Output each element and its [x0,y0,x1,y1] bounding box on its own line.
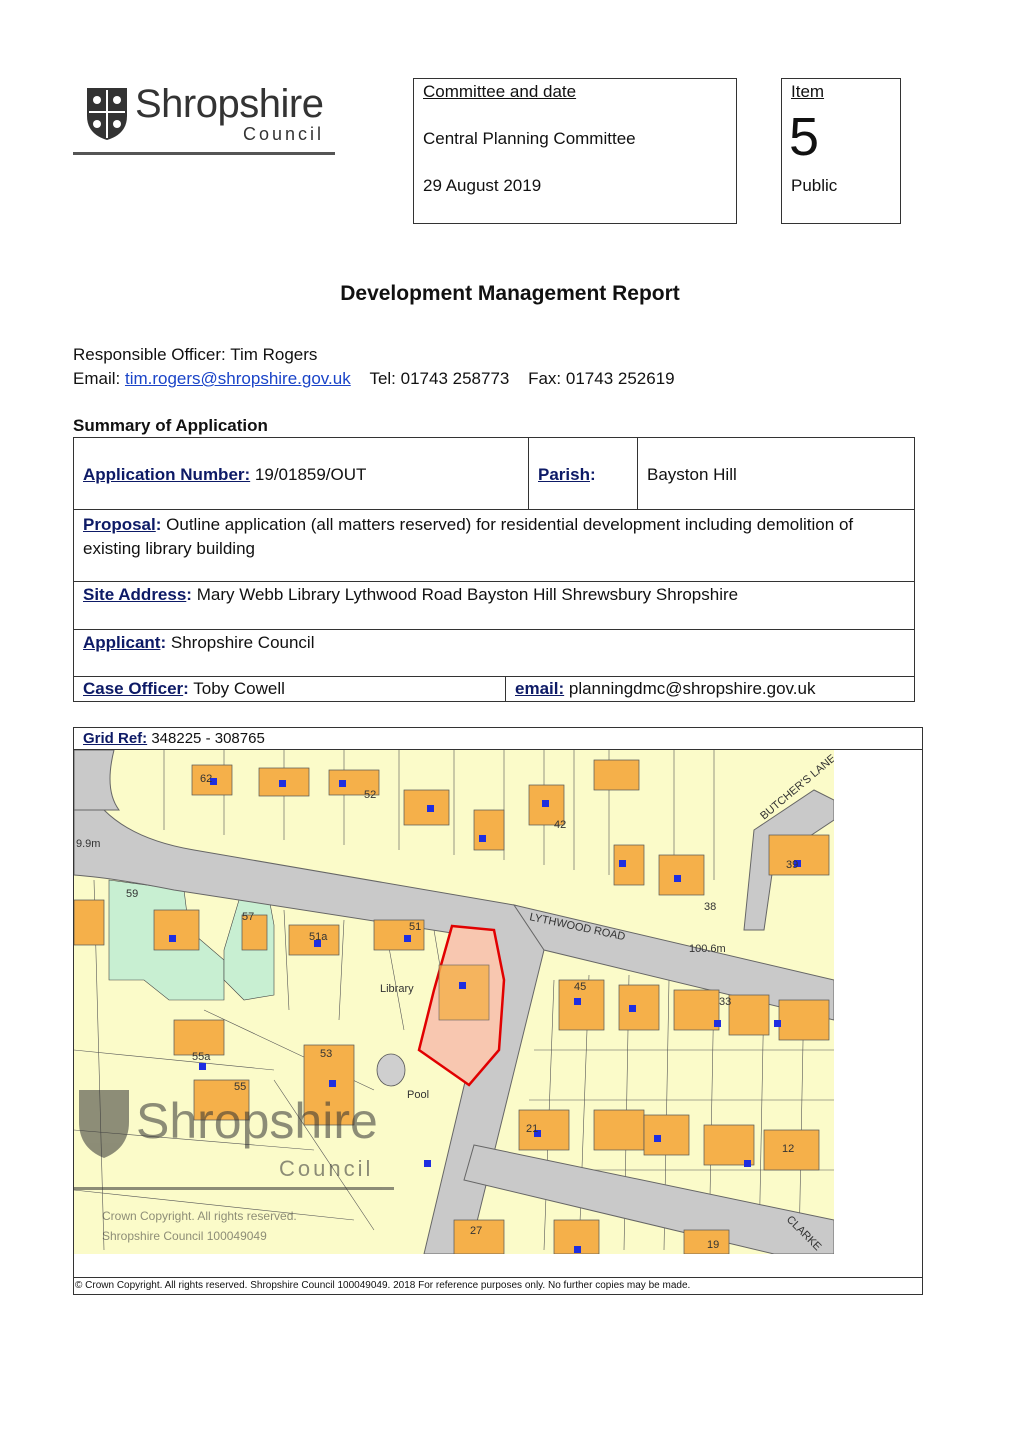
application-number: 19/01859/OUT [254,465,367,484]
map-label-library: Library [380,983,414,995]
case-officer-cell: Case Officer: Toby Cowell [74,677,506,701]
site-address-cell: Site Address: Mary Webb Library Lythwood… [73,581,915,630]
summary-heading: Summary of Application [73,416,268,435]
map-label-number: 51a [309,931,328,943]
map-label-number: 45 [574,981,586,993]
map-label-number: 51 [409,921,421,933]
item-header: Item [791,82,825,101]
grid-ref-value: 348225 - 308765 [151,730,265,747]
map-label-number: 12 [782,1143,794,1155]
map-label-number: 38 [704,901,716,913]
parish-label-cell: Parish: [528,437,638,510]
map-label-number: 27 [470,1225,482,1237]
location-map[interactable]: LYTHWOOD ROAD 100.6m 9.9m Library Pool B… [74,750,834,1254]
watermark-name: Shropshire [136,1093,378,1149]
applicant-label: Applicant [83,633,161,652]
case-email-cell: email: planningdmc@shropshire.gov.uk [506,677,815,701]
table-row: Case Officer: Toby Cowell email: plannin… [73,676,915,702]
shield-icon [87,88,127,140]
parish-cell: Bayston Hill [637,437,915,510]
application-number-cell: Application Number: 19/01859/OUT [73,437,529,510]
table-row: Proposal: Outline application (all matte… [73,509,915,582]
grid-ref: Grid Ref: 348225 - 308765 [83,730,265,747]
watermark-council: Council [279,1156,373,1181]
case-officer-row: Case Officer: Toby Cowell email: plannin… [73,676,915,702]
map-copyright: Shropshire Council 100049049 [102,1229,267,1243]
grid-ref-label: Grid Ref: [83,730,148,747]
case-email-value: planningdmc@shropshire.gov.uk [568,679,816,698]
map-label-number: 39 [786,859,798,871]
case-officer-label: Case Officer [83,679,184,698]
council-logo: Shropshire Council [73,78,335,155]
proposal-label: Proposal [83,515,156,534]
parish-label: Parish [538,465,590,484]
map-label-number: 52 [364,789,376,801]
map-label-number: 53 [320,1048,332,1060]
pool-shape [376,1053,406,1087]
applicant-value: Shropshire Council [170,633,315,652]
map-footer: © Crown Copyright. All rights reserved. … [74,1277,923,1291]
map-label-number: 55a [192,1051,211,1063]
summary-table: Application Number: 19/01859/OUT Parish:… [73,437,915,702]
map-label-number: 59 [126,888,138,900]
parish-value: Bayston Hill [647,465,737,484]
map-label-number: 33 [719,996,731,1008]
map-label-number: 19 [707,1239,719,1251]
item-number: 5 [789,107,820,167]
case-officer-value: Toby Cowell [193,679,285,698]
map-label-height: 9.9m [76,838,100,850]
proposal-text: Outline application (all matters reserve… [83,515,854,558]
map-label-number: 42 [554,819,566,831]
location-map-frame: Grid Ref: 348225 - 308765 LYTHWOOD ROAD … [73,727,923,1295]
site-address: Mary Webb Library Lythwood Road Bayston … [196,585,739,604]
committee-name: Central Planning Committee [423,129,636,148]
officer-email-link[interactable]: tim.rogers@shropshire.gov.uk [125,369,351,388]
case-email-label: email: [515,679,565,698]
committee-box: Committee and date Central Planning Comm… [413,78,737,224]
map-label-number: 57 [242,911,254,923]
site-address-label: Site Address [83,585,187,604]
committee-header: Committee and date [423,82,577,101]
item-status: Public [791,176,838,195]
officer-fax: Fax: 01743 252619 [528,369,675,388]
officer-tel: Tel: 01743 258773 [369,369,510,388]
officer-line: Responsible Officer: Tim Rogers [73,345,317,365]
contact-line: Email: tim.rogers@shropshire.gov.uk Tel:… [73,369,675,389]
map-label-pool: Pool [407,1089,429,1101]
email-label: Email: [73,369,121,388]
logo-name: Shropshire [135,82,324,126]
item-box: Item 5 Public [781,78,901,224]
map-copyright: Crown Copyright. All rights reserved. [102,1209,297,1223]
table-row: Applicant: Shropshire Council [73,629,915,677]
committee-date: 29 August 2019 [423,176,542,195]
table-row: Site Address: Mary Webb Library Lythwood… [73,581,915,630]
map-label-number: 62 [200,773,212,785]
map-label-number: 55 [234,1081,246,1093]
page-title: Development Management Report [340,282,680,305]
officer-label: Responsible Officer: [73,345,226,364]
application-number-label: Application Number: [83,465,251,484]
map-label-height: 100.6m [689,943,726,955]
applicant-cell: Applicant: Shropshire Council [73,629,915,677]
table-row: Application Number: 19/01859/OUT Parish:… [73,437,915,510]
officer-name: Tim Rogers [230,345,318,364]
map-label-number: 21 [526,1123,538,1135]
logo-council: Council [243,124,325,144]
proposal-cell: Proposal: Outline application (all matte… [73,509,915,582]
